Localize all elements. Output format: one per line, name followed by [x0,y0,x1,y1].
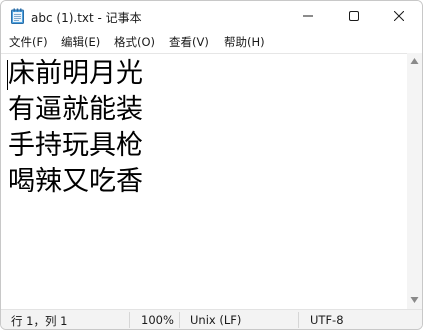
menu-format[interactable]: 格式(O) [114,34,155,50]
menu-file[interactable]: 文件(F) [9,34,48,50]
status-bar: 行 1，列 1 100% Unix (LF) UTF-8 [1,309,422,329]
encoding: UTF-8 [310,313,344,327]
status-divider [179,312,180,328]
status-divider [129,312,130,328]
status-divider [298,312,299,328]
text-editor[interactable]: 床前明月光 有逼就能装 手持玩具枪 喝辣又吃香 [1,53,407,310]
zoom-level: 100% [141,313,174,327]
close-icon [394,11,404,21]
maximize-button[interactable] [331,1,377,31]
cursor-position: 行 1，列 1 [11,314,68,328]
minimize-button[interactable] [285,1,331,31]
vertical-scrollbar[interactable] [407,53,422,309]
menu-edit[interactable]: 编辑(E) [61,34,100,50]
notepad-window: abc (1).txt - 记事本 文件(F) 编辑(E) 格式(O) 查看(V… [0,0,423,330]
maximize-icon [349,11,359,21]
notepad-icon [11,8,24,24]
menu-help[interactable]: 帮助(H) [224,34,265,50]
close-button[interactable] [376,1,422,31]
text-line-1[interactable]: 床前明月光 [8,57,143,90]
menu-view[interactable]: 查看(V) [169,34,209,50]
text-line-3[interactable]: 手持玩具枪 [8,129,143,162]
minimize-icon [303,15,313,17]
line-ending: Unix (LF) [190,313,242,327]
menu-bar: 文件(F) 编辑(E) 格式(O) 查看(V) 帮助(H) [1,31,422,53]
window-title: abc (1).txt - 记事本 [31,11,142,25]
scroll-down-arrow-icon[interactable] [410,296,419,304]
title-bar[interactable]: abc (1).txt - 记事本 [1,1,422,31]
scroll-up-arrow-icon[interactable] [410,57,419,65]
text-line-4[interactable]: 喝辣又吃香 [8,165,143,198]
text-line-2[interactable]: 有逼就能装 [8,93,143,126]
